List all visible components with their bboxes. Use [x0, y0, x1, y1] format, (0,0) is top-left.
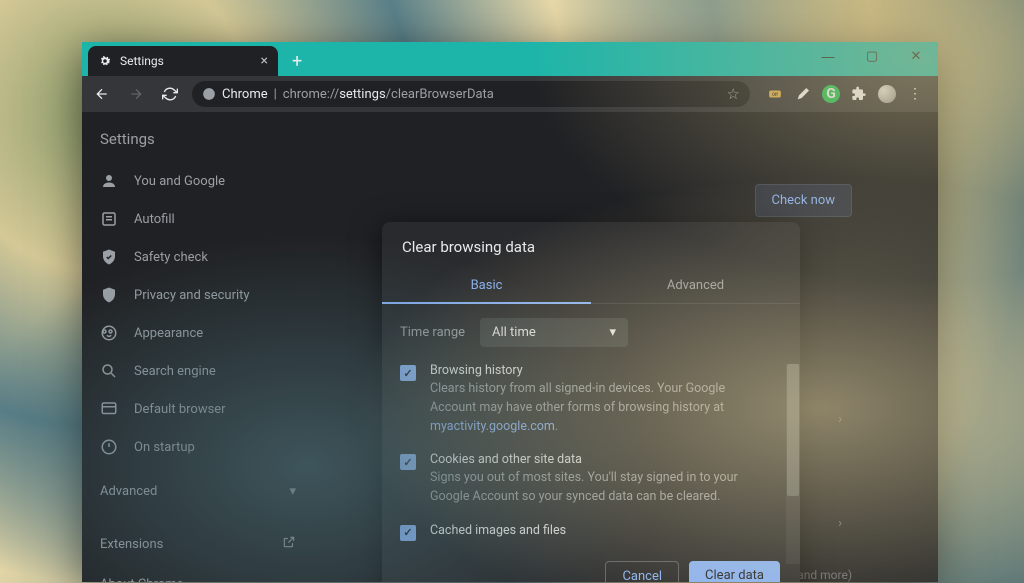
chevron-down-icon: ▾	[609, 325, 616, 340]
extension-icon[interactable]: Off	[766, 85, 784, 103]
toolbar: Chrome | chrome://settings/clearBrowserD…	[82, 76, 938, 112]
new-tab-button[interactable]: +	[284, 46, 310, 76]
option-text: Cookies and other site data Signs you ou…	[430, 452, 764, 507]
option-cookies[interactable]: Cookies and other site data Signs you ou…	[400, 452, 764, 507]
dialog-title: Clear browsing data	[382, 222, 800, 268]
close-icon[interactable]: ×	[261, 53, 268, 69]
close-window-button[interactable]: ✕	[894, 42, 938, 70]
check-now-button[interactable]: Check now	[755, 184, 853, 217]
option-cached[interactable]: Cached images and files	[400, 523, 764, 541]
sidebar-item-about-chrome[interactable]: About Chrome	[82, 565, 314, 582]
sidebar-advanced-label: Advanced	[100, 484, 157, 499]
sidebar-item-on-startup[interactable]: On startup	[82, 428, 314, 466]
forward-button[interactable]	[124, 86, 148, 102]
minimize-button[interactable]: —	[806, 42, 850, 70]
scrollbar-thumb[interactable]	[787, 364, 799, 496]
checkbox[interactable]	[400, 525, 416, 541]
tag-extension-icon[interactable]	[794, 85, 812, 103]
profile-avatar[interactable]	[878, 85, 896, 103]
sidebar-item-label: Extensions	[100, 537, 163, 552]
settings-sidebar: Settings You and Google Autofill Safety …	[82, 112, 314, 582]
sidebar-item-label: Privacy and security	[134, 288, 250, 303]
sidebar-title: Settings	[82, 124, 314, 162]
clear-browsing-data-dialog: Clear browsing data Basic Advanced Time …	[382, 222, 800, 582]
option-title: Cached images and files	[430, 523, 566, 538]
chevron-right-icon: ›	[838, 412, 842, 427]
address-bar[interactable]: Chrome | chrome://settings/clearBrowserD…	[192, 81, 750, 107]
sidebar-advanced-toggle[interactable]: Advanced ▾	[82, 472, 314, 511]
sidebar-item-label: Search engine	[134, 364, 216, 379]
gear-icon	[98, 54, 112, 68]
sidebar-item-safety-check[interactable]: Safety check	[82, 238, 314, 276]
url-origin: Chrome	[222, 87, 268, 102]
url-separator: |	[274, 87, 277, 102]
sidebar-item-you-and-google[interactable]: You and Google	[82, 162, 314, 200]
checkbox[interactable]	[400, 365, 416, 381]
external-link-icon	[282, 535, 296, 553]
sidebar-item-search-engine[interactable]: Search engine	[82, 352, 314, 390]
kebab-menu-icon[interactable]: ⋮	[906, 85, 924, 103]
sidebar-item-default-browser[interactable]: Default browser	[82, 390, 314, 428]
option-desc: Clears history from all signed-in device…	[430, 380, 764, 436]
sidebar-item-label: Autofill	[134, 212, 175, 227]
time-range-select[interactable]: All time ▾	[480, 318, 628, 347]
chevron-right-icon: ›	[838, 516, 842, 531]
window-controls: — ▢ ✕	[806, 42, 938, 70]
puzzle-extension-icon[interactable]	[850, 85, 868, 103]
maximize-button[interactable]: ▢	[850, 42, 894, 70]
sidebar-item-label: About Chrome	[100, 577, 183, 582]
chrome-icon	[202, 87, 216, 101]
option-text: Browsing history Clears history from all…	[430, 363, 764, 436]
sidebar-item-label: Appearance	[134, 326, 203, 341]
dialog-body: Time range All time ▾ Browsing history C…	[382, 304, 800, 545]
svg-text:Off: Off	[772, 92, 778, 97]
grammarly-extension-icon[interactable]: G	[822, 85, 840, 103]
reload-button[interactable]	[158, 86, 182, 102]
sidebar-item-autofill[interactable]: Autofill	[82, 200, 314, 238]
time-range-value: All time	[492, 325, 536, 340]
sidebar-item-label: On startup	[134, 440, 195, 455]
scrollbar[interactable]	[786, 364, 800, 564]
sidebar-item-label: Default browser	[134, 402, 226, 417]
option-browsing-history[interactable]: Browsing history Clears history from all…	[400, 363, 764, 436]
myactivity-link[interactable]: myactivity.google.com	[430, 419, 555, 434]
option-desc: Signs you out of most sites. You'll stay…	[430, 469, 764, 507]
sidebar-item-privacy-security[interactable]: Privacy and security	[82, 276, 314, 314]
checkbox[interactable]	[400, 454, 416, 470]
settings-page: Settings You and Google Autofill Safety …	[82, 112, 938, 582]
tab-advanced[interactable]: Advanced	[591, 268, 800, 303]
back-button[interactable]	[90, 86, 114, 102]
extension-icons: Off G ⋮	[760, 85, 930, 103]
url-path: chrome://settings/clearBrowserData	[283, 87, 494, 102]
time-range-row: Time range All time ▾	[400, 318, 782, 347]
browser-window: Settings × + — ▢ ✕ Chrome | chrome://set…	[82, 42, 938, 582]
dialog-footer: Cancel Clear data	[382, 545, 800, 582]
option-title: Browsing history	[430, 363, 764, 378]
sidebar-item-label: Safety check	[134, 250, 208, 265]
option-title: Cookies and other site data	[430, 452, 764, 467]
sidebar-item-appearance[interactable]: Appearance	[82, 314, 314, 352]
tab-strip: Settings × + — ▢ ✕	[82, 42, 938, 76]
time-range-label: Time range	[400, 325, 466, 340]
cancel-button[interactable]: Cancel	[605, 561, 679, 582]
clear-data-button[interactable]: Clear data	[689, 561, 780, 582]
browser-tab-settings[interactable]: Settings ×	[88, 46, 278, 76]
tab-title: Settings	[120, 54, 164, 68]
settings-main: Check now › › › s, and more)	[314, 112, 938, 582]
bookmark-star-icon[interactable]: ☆	[727, 85, 740, 103]
chevron-down-icon: ▾	[289, 484, 296, 499]
tab-basic[interactable]: Basic	[382, 268, 591, 303]
sidebar-item-label: You and Google	[134, 174, 225, 189]
clear-options: Browsing history Clears history from all…	[400, 363, 782, 541]
option-text: Cached images and files	[430, 523, 566, 541]
background-hint-text: s, and more)	[786, 568, 852, 582]
sidebar-item-extensions[interactable]: Extensions	[82, 523, 314, 565]
dialog-tabs: Basic Advanced	[382, 268, 800, 304]
